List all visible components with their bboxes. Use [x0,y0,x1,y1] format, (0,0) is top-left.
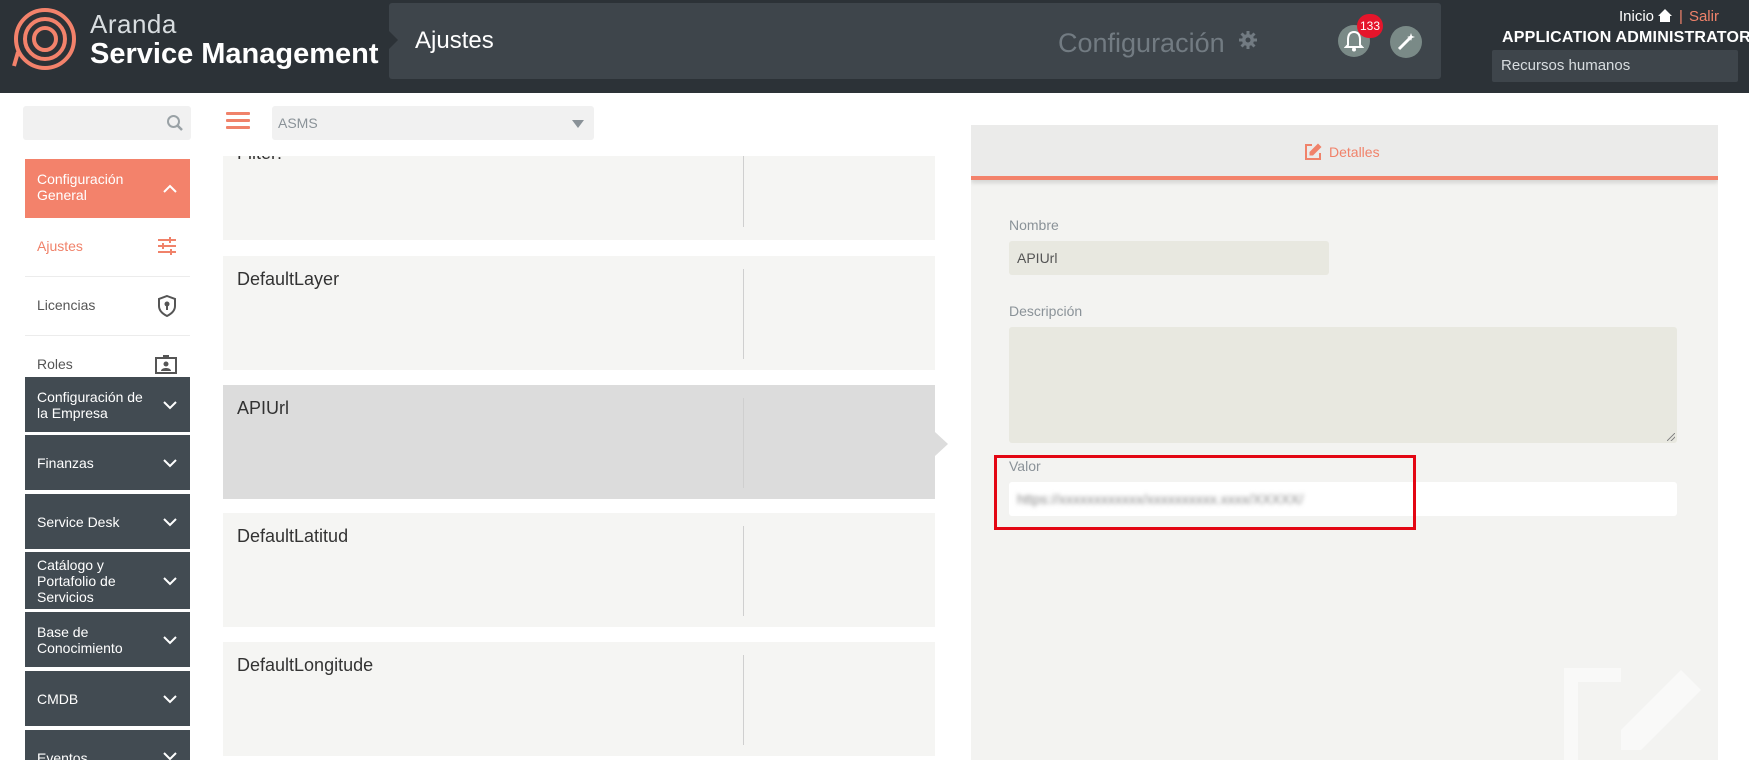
sidebar-group-cmdb[interactable]: CMDB [25,671,190,728]
menu-toggle-button[interactable] [226,112,250,129]
department-select[interactable]: Recursos humanos [1492,50,1738,82]
edit-icon [1305,143,1322,160]
chevron-down-icon [163,400,177,409]
module-select[interactable]: ASMS [272,106,594,140]
name-field[interactable]: APIUrl [1009,241,1329,275]
row-divider [743,655,744,745]
sidebar-item-label: Roles [37,356,73,372]
setting-name: Filter: [237,156,282,164]
user-name: APPLICATION ADMINISTRATOR [1502,29,1749,46]
row-divider [743,156,744,227]
link-separator: | [1679,8,1683,25]
sidebar-group-label: Base de Conocimiento [37,623,123,656]
config-link[interactable]: Configuración [1058,28,1225,59]
sidebar-group-label: Catálogo y Portafolio de Servicios [37,556,116,605]
header-panel [389,3,1441,79]
sidebar-group-configuracion-empresa[interactable]: Configuración de la Empresa [25,377,190,434]
setting-name: DefaultLatitud [237,526,349,546]
chevron-up-icon [163,184,177,193]
sidebar-group-base-conocimiento[interactable]: Base de Conocimiento [25,612,190,669]
gear-icon[interactable] [1238,30,1258,50]
chevron-down-icon [163,517,177,526]
row-divider [743,526,744,616]
edit-watermark-icon [1564,668,1701,760]
id-badge-icon [155,355,177,374]
sidebar-group-configuracion-general[interactable]: Configuración General [25,159,190,218]
tab-detalles-label: Detalles [1329,144,1380,160]
selection-pointer [935,432,948,456]
sidebar-group-finanzas[interactable]: Finanzas [25,435,190,492]
chevron-down-icon [163,694,177,703]
brand-product: Service Management [90,38,379,70]
setting-row-defaultlayer[interactable]: DefaultLayer [223,256,935,370]
tab-detalles[interactable]: Detalles [971,125,1718,180]
top-links: Inicio | Salir [1619,8,1719,25]
sidebar-group-label: Configuración General [37,171,124,203]
tools-button[interactable] [1390,26,1422,58]
shield-key-icon [158,295,176,317]
chevron-down-icon [163,576,177,585]
notification-count-badge: 133 [1357,14,1383,38]
caret-down-icon [572,120,584,128]
settings-list: Filter: DefaultLayer APIUrl DefaultLatit… [223,156,935,760]
description-field-label: Descripción [1009,303,1083,319]
setting-row-defaultlatitud[interactable]: DefaultLatitud [223,513,935,627]
setting-name: DefaultLayer [237,269,340,289]
module-select-value: ASMS [278,115,318,131]
home-icon[interactable] [1657,8,1673,23]
sidebar-item-label: Ajustes [37,238,83,254]
sliders-icon [158,237,176,255]
header-arrow [389,31,398,49]
sidebar-group-label: Configuración de la Empresa [37,388,143,421]
sidebar-group-service-desk[interactable]: Service Desk [25,494,190,551]
sidebar-group-catalogo[interactable]: Catálogo y Portafolio de Servicios [25,552,190,611]
setting-row-apiurl[interactable]: APIUrl [223,385,935,499]
top-bar: Aranda Service Management Ajustes Config… [0,0,1749,93]
detail-panel: Detalles Nombre APIUrl Descripción Valor… [971,125,1718,760]
search-icon [167,115,183,131]
chevron-down-icon [163,458,177,467]
name-field-label: Nombre [1009,217,1059,233]
home-link[interactable]: Inicio [1619,8,1654,25]
aranda-logo-icon [12,8,76,70]
highlight-annotation [994,455,1416,530]
setting-row-filter[interactable]: Filter: [223,156,935,240]
chevron-down-icon [163,752,177,760]
sidebar-item-licencias[interactable]: Licencias [25,277,190,336]
setting-name: DefaultLongitude [237,655,374,675]
description-field[interactable] [1009,327,1677,443]
sidebar-group-eventos[interactable]: Eventos [25,730,190,760]
setting-name: APIUrl [237,398,290,418]
resize-grip[interactable] [1667,433,1675,441]
sidebar-group-label: Eventos [37,750,88,760]
sidebar-group-label: Finanzas [37,454,94,471]
sidebar-group-label: CMDB [37,690,79,707]
row-divider [743,269,744,359]
magic-wand-icon [1397,33,1415,51]
setting-row-defaultlongitude[interactable]: DefaultLongitude [223,642,935,756]
sidebar-item-ajustes[interactable]: Ajustes [25,218,190,277]
brand-name: Aranda [90,9,177,39]
sidebar: Configuración General Ajustes Licencias … [25,159,190,760]
logout-link[interactable]: Salir [1689,8,1719,25]
sidebar-group-label: Service Desk [37,513,120,530]
tab-detalles-content: Detalles [1304,142,1380,161]
search-input[interactable] [23,106,191,140]
row-divider [743,398,744,488]
chevron-down-icon [163,635,177,644]
sidebar-item-label: Licencias [37,297,96,313]
page-title: Ajustes [415,27,494,54]
